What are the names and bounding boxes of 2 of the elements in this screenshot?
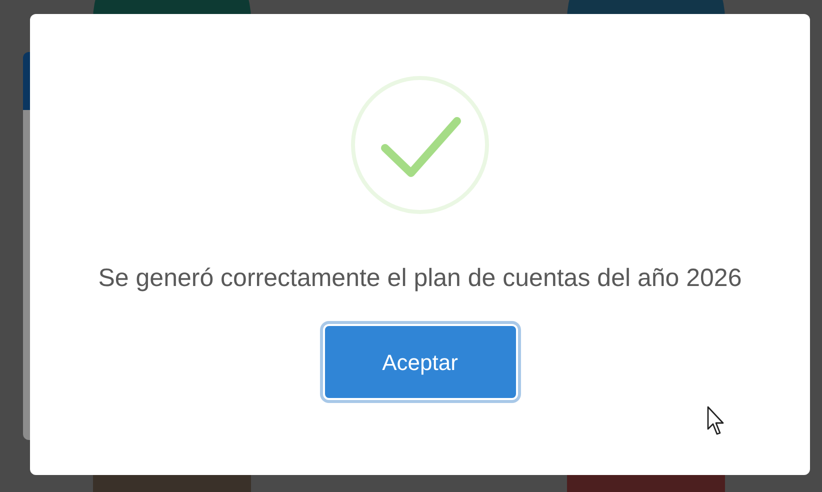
success-check-icon	[351, 76, 489, 214]
success-message: Se generó correctamente el plan de cuentas del año 2026	[97, 263, 743, 294]
